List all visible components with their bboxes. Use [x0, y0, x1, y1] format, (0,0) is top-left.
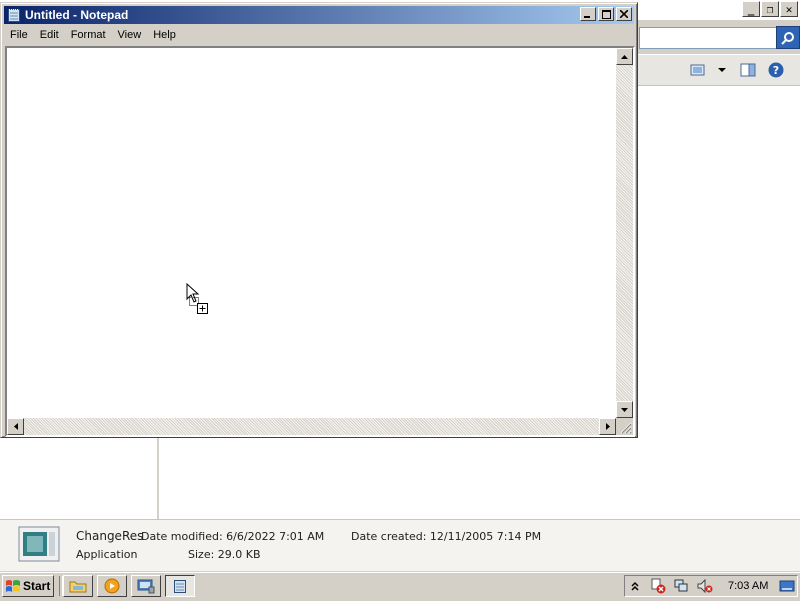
folder-icon [69, 581, 87, 593]
windows-logo-icon [6, 580, 20, 592]
server-manager-icon [137, 579, 155, 594]
notepad-text-input[interactable] [7, 48, 616, 418]
resize-grip[interactable] [616, 418, 633, 435]
details-pane [0, 519, 800, 572]
minimize-icon [584, 16, 590, 18]
help-button[interactable]: ? [768, 62, 784, 78]
detail-date-created-value: 12/11/2005 7:14 PM [429, 530, 542, 543]
detail-size: Size: 29.0 KB [188, 548, 261, 561]
notepad-menubar: File Edit Format View Help [4, 25, 634, 45]
notepad-taskbar-button[interactable] [165, 575, 195, 597]
show-desktop-button[interactable] [779, 578, 795, 594]
detail-date-modified: Date modified: 6/6/2022 7:01 AM [141, 530, 324, 543]
detail-size-label: Size: [188, 548, 215, 561]
detail-file-type: Application [76, 548, 138, 561]
media-taskbar-button[interactable] [97, 575, 127, 597]
explorer-close-button[interactable]: ✕ [780, 1, 798, 17]
arrow-down-icon [621, 407, 628, 412]
maximize-icon [601, 9, 611, 19]
network-tray-icon[interactable] [673, 578, 689, 594]
notepad-caption-buttons [578, 7, 632, 21]
scroll-down-button[interactable] [616, 401, 633, 418]
explorer-search-button[interactable] [776, 26, 800, 49]
server-manager-taskbar-button[interactable] [131, 575, 161, 597]
menu-view[interactable]: View [112, 29, 148, 41]
volume-muted-icon [697, 578, 713, 594]
detail-size-value: 29.0 KB [217, 548, 261, 561]
notepad-close-button[interactable] [616, 7, 632, 21]
menu-edit[interactable]: Edit [34, 29, 65, 41]
explorer-taskbar-button[interactable] [63, 575, 93, 597]
chevron-up-icon [631, 581, 639, 591]
explorer-restore-button[interactable]: ❐ [761, 1, 779, 17]
explorer-caption-buttons: _ ❐ ✕ [742, 1, 798, 19]
svg-text:?: ? [773, 64, 779, 77]
notepad-icon [8, 9, 20, 22]
resize-grip-icon [620, 422, 632, 434]
notepad-minimize-button[interactable] [580, 7, 596, 21]
views-dropdown-button[interactable] [714, 62, 730, 78]
views-button[interactable] [690, 62, 706, 78]
notepad-edit-area [5, 46, 635, 437]
detail-file-name: ChangeRes [76, 529, 144, 543]
notepad-window: Untitled - Notepad File Edit Format View… [0, 2, 638, 438]
menu-format[interactable]: Format [65, 29, 112, 41]
notepad-maximize-button[interactable] [598, 7, 614, 21]
arrow-right-icon [605, 423, 610, 430]
drag-copy-cursor-icon [186, 283, 208, 314]
detail-date-modified-value: 6/6/2022 7:01 AM [226, 530, 325, 543]
chevron-down-icon [718, 68, 726, 72]
horizontal-scrollbar[interactable] [7, 418, 616, 435]
detail-date-created: Date created: 12/11/2005 7:14 PM [351, 530, 541, 543]
preview-pane-icon [740, 63, 756, 77]
arrow-up-icon [621, 54, 628, 59]
application-icon [18, 526, 60, 562]
menu-file[interactable]: File [4, 29, 34, 41]
media-player-icon [104, 578, 120, 594]
explorer-search-input[interactable] [639, 27, 779, 49]
start-label: Start [23, 579, 51, 593]
detail-date-created-label: Date created: [351, 530, 427, 543]
scroll-right-button[interactable] [599, 418, 616, 435]
search-icon [781, 31, 794, 45]
arrow-left-icon [13, 423, 18, 430]
network-icon [674, 579, 688, 592]
vertical-scrollbar[interactable] [616, 48, 633, 418]
notepad-titlebar[interactable]: Untitled - Notepad [4, 6, 634, 24]
notepad-icon [174, 580, 186, 593]
notepad-title: Untitled - Notepad [25, 8, 129, 22]
close-icon [620, 10, 628, 18]
detail-date-modified-label: Date modified: [141, 530, 223, 543]
security-alert-tray-icon[interactable] [650, 578, 666, 594]
explorer-minimize-button[interactable]: _ [742, 1, 760, 17]
taskbar-clock[interactable]: 7:03 AM [728, 580, 768, 592]
volume-tray-icon[interactable] [697, 578, 713, 594]
show-desktop-icon [779, 580, 795, 592]
help-icon: ? [768, 62, 784, 78]
navigation-pane-divider[interactable] [157, 437, 159, 519]
scroll-left-button[interactable] [7, 418, 24, 435]
views-icon [690, 64, 705, 76]
flag-error-icon [651, 578, 666, 594]
menu-help[interactable]: Help [147, 29, 182, 41]
show-hidden-icons-button[interactable] [627, 578, 643, 594]
start-button[interactable]: Start [2, 575, 54, 597]
scroll-up-button[interactable] [616, 48, 633, 65]
preview-pane-button[interactable] [740, 62, 756, 78]
